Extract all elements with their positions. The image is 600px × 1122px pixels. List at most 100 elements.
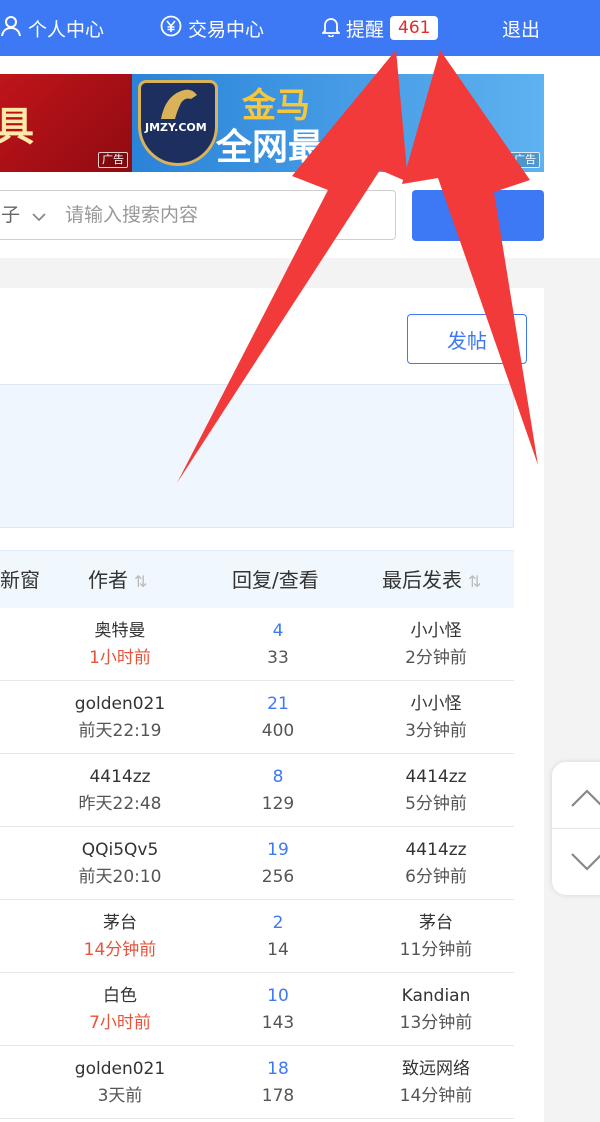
- user-icon: [0, 15, 22, 42]
- last-post-cell: Kandian 13分钟前: [361, 983, 511, 1037]
- author-time: 14分钟前: [83, 940, 157, 960]
- col-new-window[interactable]: 新窗: [0, 551, 40, 609]
- ad-tag: 广告: [98, 152, 128, 168]
- new-post-button[interactable]: 发帖: [407, 314, 527, 364]
- last-post-time: 11分钟前: [399, 940, 473, 960]
- author-time: 1小时前: [89, 648, 151, 668]
- logout-label: 退出: [502, 18, 541, 41]
- table-row[interactable]: 奥特曼 1小时前 4 33 小小怪 2分钟前: [0, 608, 514, 681]
- author-time: 昨天22:48: [78, 794, 162, 814]
- reply-count: 21: [267, 694, 289, 714]
- author-time: 前天22:19: [78, 721, 162, 741]
- ad-banner-left-text: 具: [0, 103, 34, 150]
- logout-link[interactable]: 退出: [502, 12, 540, 44]
- table-header: 新窗 作者 ⇅ 回复/查看 最后发表 ⇅: [0, 550, 514, 608]
- author-time: 前天20:10: [78, 867, 162, 887]
- author-name[interactable]: 白色: [45, 983, 195, 1010]
- alert-count-badge: 461: [390, 16, 439, 40]
- last-post-cell: 小小怪 3分钟前: [361, 691, 511, 745]
- scroll-control: [552, 762, 600, 895]
- view-count: 129: [261, 794, 295, 814]
- author-cell: QQi5Qv5 前天20:10: [45, 837, 195, 891]
- nav-personal-center[interactable]: 个人中心: [0, 12, 104, 44]
- last-post-user[interactable]: 小小怪: [361, 691, 511, 718]
- author-name[interactable]: golden021: [45, 1056, 195, 1083]
- ad-banner-left[interactable]: 具 广告: [0, 74, 132, 172]
- author-cell: golden021 前天22:19: [45, 691, 195, 745]
- horse-logo: JMZY.COM: [138, 80, 218, 166]
- last-post-time: 6分钟前: [405, 867, 467, 887]
- search-input[interactable]: [65, 191, 385, 239]
- reply-view-cell: 8 129: [203, 764, 353, 818]
- author-name[interactable]: 奥特曼: [45, 618, 195, 645]
- view-count: 400: [261, 721, 295, 741]
- last-post-user[interactable]: Kandian: [361, 983, 511, 1010]
- search-box: 子: [0, 190, 396, 240]
- author-name[interactable]: 茅台: [45, 910, 195, 937]
- search-button[interactable]: [412, 190, 544, 241]
- last-post-user[interactable]: 茅台: [361, 910, 511, 937]
- last-post-user[interactable]: 4414zz: [361, 764, 511, 791]
- ad-tag: 广告: [510, 152, 540, 168]
- reply-count: 18: [267, 1059, 289, 1079]
- nav-trade-center[interactable]: 交易中心: [160, 12, 264, 44]
- table-row[interactable]: 白色 7小时前 10 143 Kandian 13分钟前: [0, 973, 514, 1046]
- last-post-cell: 4414zz 5分钟前: [361, 764, 511, 818]
- scroll-bottom-button[interactable]: [562, 838, 600, 888]
- table-row[interactable]: golden021 前天22:19 21 400 小小怪 3分钟前: [0, 681, 514, 754]
- author-name[interactable]: QQi5Qv5: [45, 837, 195, 864]
- reply-view-cell: 10 143: [203, 983, 353, 1037]
- bell-icon: [320, 15, 342, 42]
- reply-count: 8: [272, 767, 284, 787]
- ad-banner-right[interactable]: JMZY.COM 金马 全网最 广告: [132, 74, 544, 172]
- col-last-post[interactable]: 最后发表 ⇅: [382, 551, 481, 609]
- thread-list-card: 发帖 新窗 作者 ⇅ 回复/查看 最后发表 ⇅ 奥特曼 1小时前 4 33 小小怪 …: [0, 288, 544, 1122]
- last-post-cell: 小小怪 2分钟前: [361, 618, 511, 672]
- table-row[interactable]: 4414zz 昨天22:48 8 129 4414zz 5分钟前: [0, 754, 514, 827]
- author-time: 3天前: [97, 1086, 143, 1106]
- reply-view-cell: 4 33: [203, 618, 353, 672]
- author-cell: 4414zz 昨天22:48: [45, 764, 195, 818]
- table-row[interactable]: golden021 3天前 18 178 致远网络 14分钟前: [0, 1046, 514, 1119]
- col-reply-view: 回复/查看: [232, 568, 319, 592]
- last-post-time: 2分钟前: [405, 648, 467, 668]
- chevron-up-icon: [571, 789, 600, 807]
- nav-trade-center-label: 交易中心: [188, 18, 265, 41]
- reply-count: 4: [272, 621, 284, 641]
- nav-personal-center-label: 个人中心: [28, 18, 105, 41]
- search-scope-label: 子: [1, 204, 21, 226]
- table-row[interactable]: 茅台 14分钟前 2 14 茅台 11分钟前: [0, 900, 514, 973]
- ad-headline-2: 全网最: [216, 127, 325, 168]
- search-scope-select[interactable]: 子: [1, 191, 46, 239]
- header-area: 具 广告 JMZY.COM 金马 全网最 广告 子: [0, 56, 600, 258]
- last-post-user[interactable]: 小小怪: [361, 618, 511, 645]
- reply-view-cell: 21 400: [203, 691, 353, 745]
- scroll-top-button[interactable]: [562, 772, 600, 822]
- author-cell: 白色 7小时前: [45, 983, 195, 1037]
- last-post-user[interactable]: 致远网络: [361, 1056, 511, 1083]
- col-last-post-label: 最后发表: [382, 568, 462, 592]
- author-name[interactable]: 4414zz: [45, 764, 195, 791]
- col-author[interactable]: 作者 ⇅: [88, 551, 147, 609]
- author-time: 7小时前: [89, 1013, 151, 1033]
- author-name[interactable]: golden021: [45, 691, 195, 718]
- sort-icon: ⇅: [134, 572, 148, 591]
- nav-alerts[interactable]: 提醒 461: [320, 12, 439, 44]
- last-post-time: 14分钟前: [399, 1086, 473, 1106]
- last-post-user[interactable]: 4414zz: [361, 837, 511, 864]
- table-row[interactable]: QQi5Qv5 前天20:10 19 256 4414zz 6分钟前: [0, 827, 514, 900]
- reply-count: 10: [267, 986, 289, 1006]
- top-nav-bar: 个人中心 交易中心 提醒 461 退出: [0, 0, 600, 56]
- view-count: 256: [261, 867, 295, 887]
- reply-count: 2: [272, 913, 284, 933]
- thread-rows: 奥特曼 1小时前 4 33 小小怪 2分钟前 golden021 前天22:19…: [0, 608, 514, 1119]
- last-post-cell: 茅台 11分钟前: [361, 910, 511, 964]
- last-post-time: 5分钟前: [405, 794, 467, 814]
- reply-count: 19: [267, 840, 289, 860]
- view-count: 143: [261, 1013, 295, 1033]
- author-cell: 茅台 14分钟前: [45, 910, 195, 964]
- col-author-label: 作者: [88, 568, 128, 592]
- author-cell: golden021 3天前: [45, 1056, 195, 1110]
- view-count: 33: [267, 648, 289, 668]
- divider: [552, 828, 600, 829]
